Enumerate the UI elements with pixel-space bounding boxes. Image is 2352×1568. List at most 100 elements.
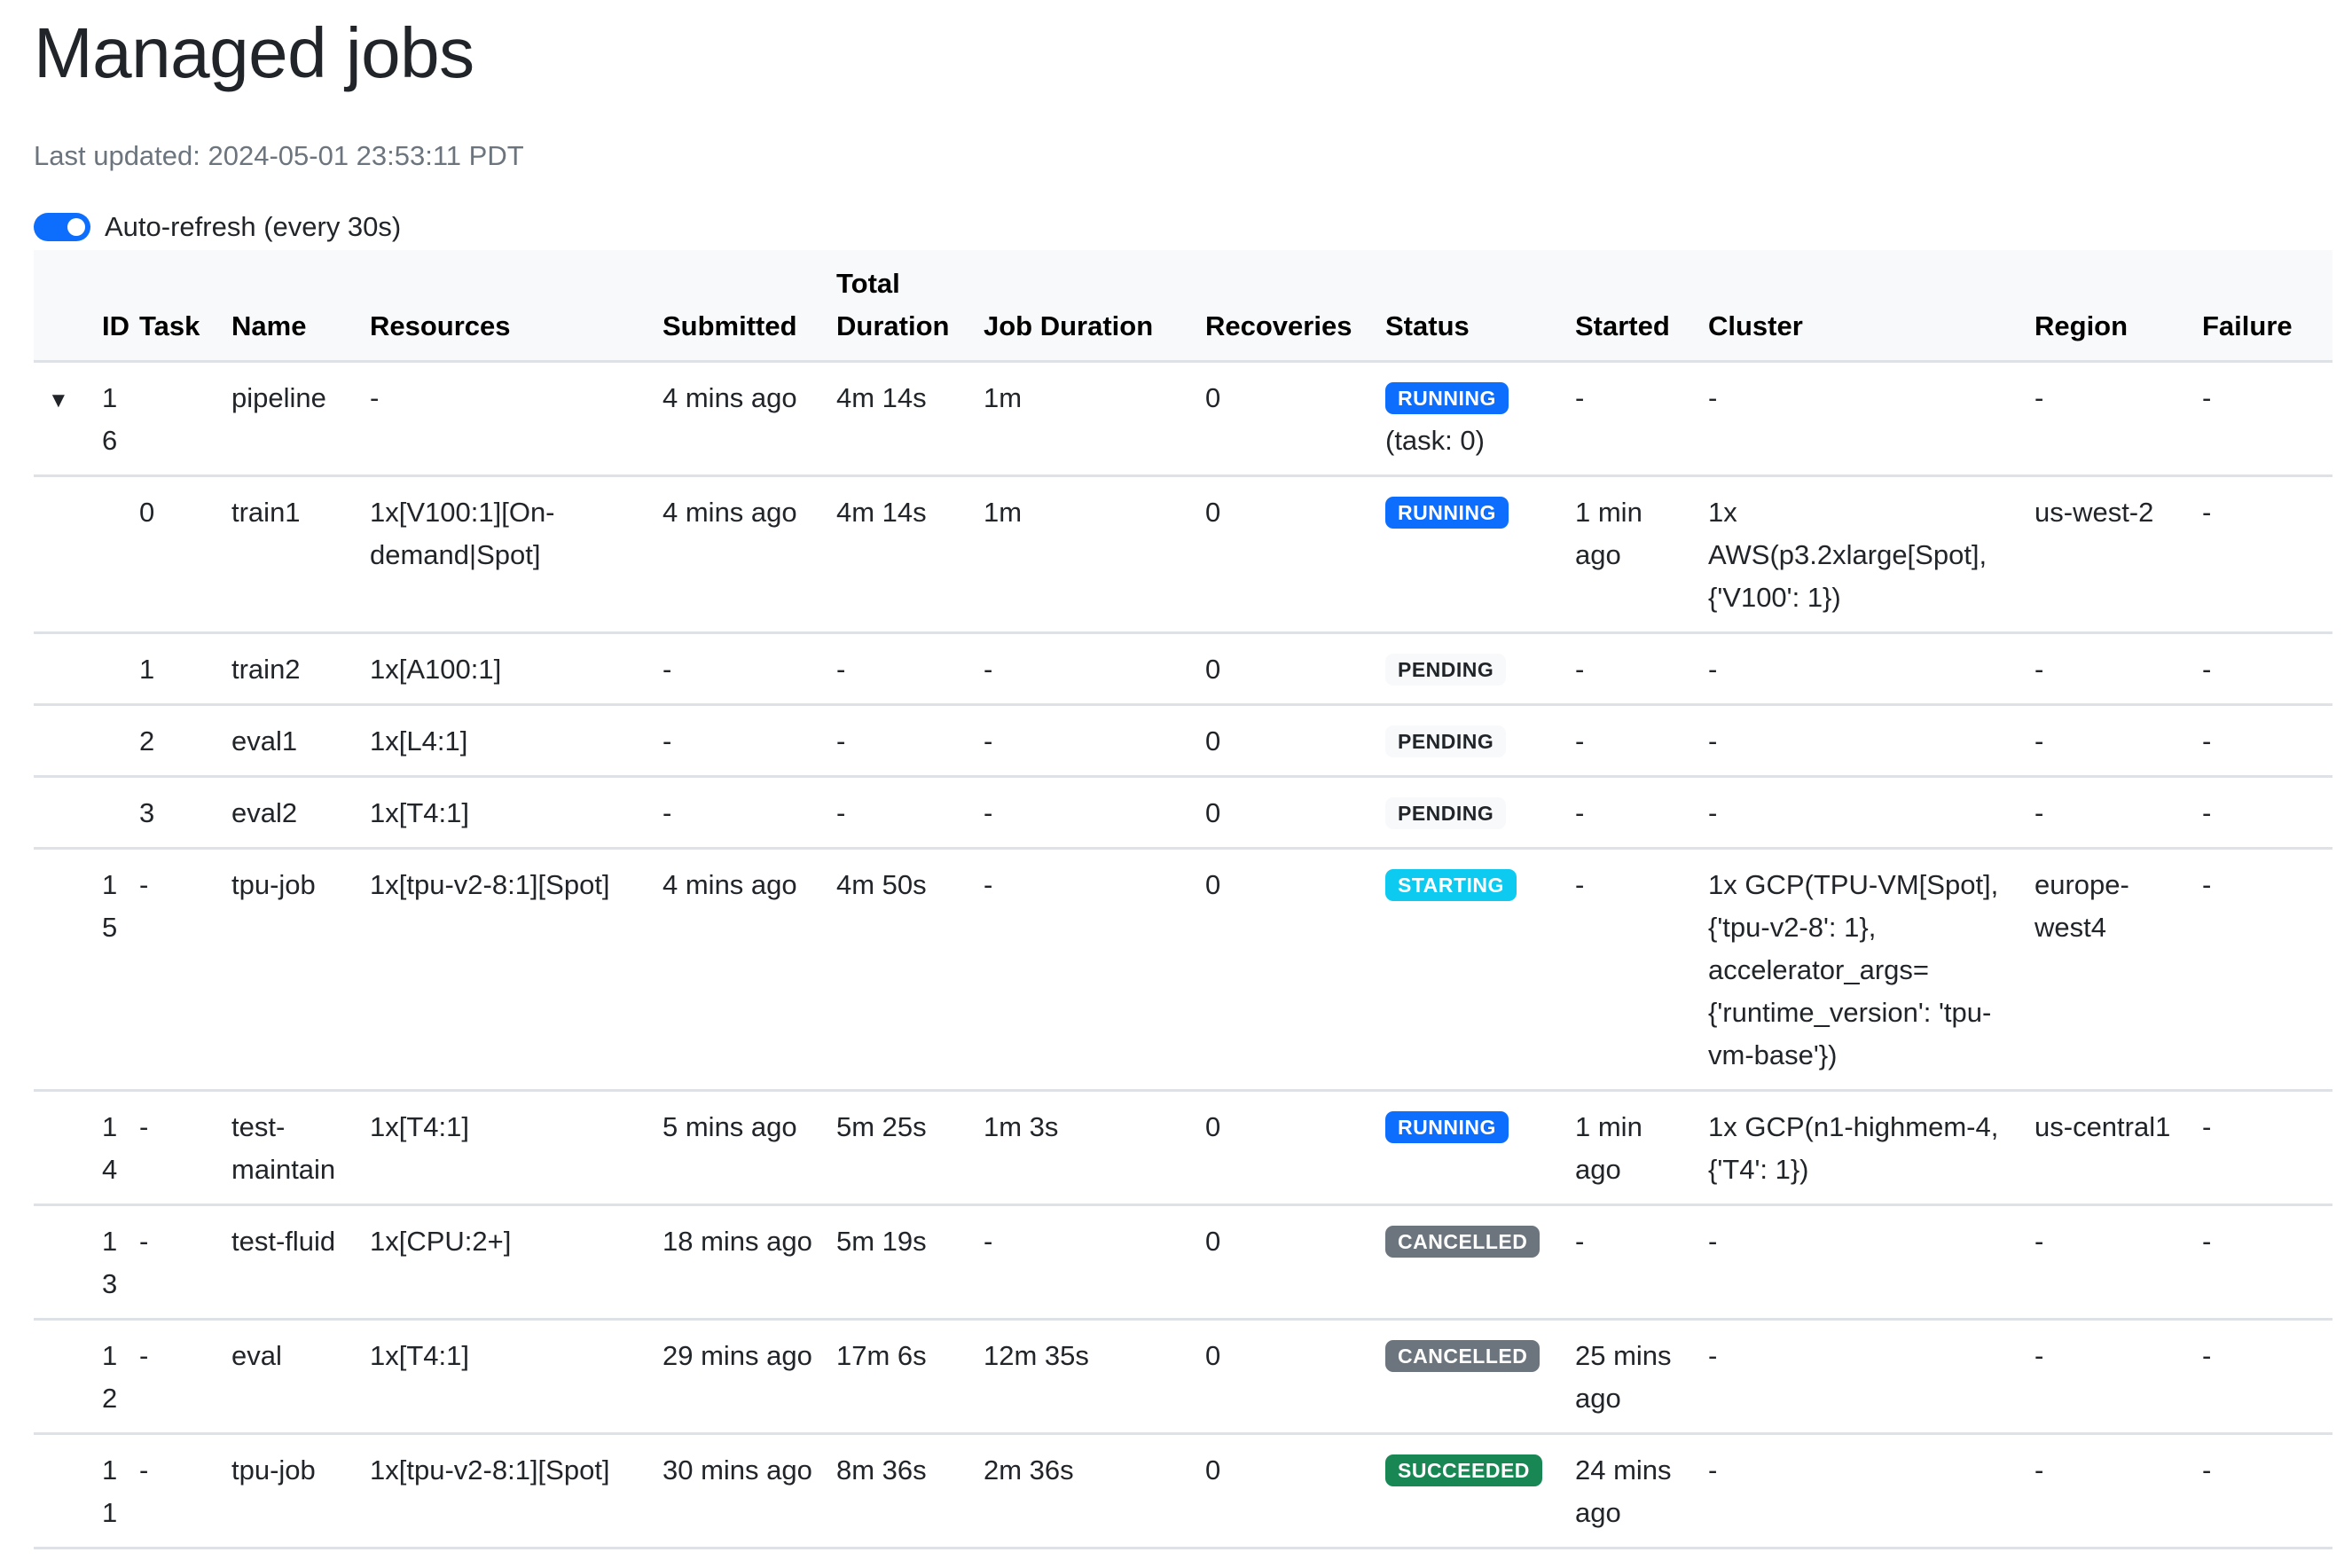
cell-resources: 1x[CPU:2+] — [361, 1204, 654, 1321]
cell-status: PENDING — [1376, 632, 1566, 706]
column-header-resources[interactable]: Resources — [361, 250, 654, 363]
cell-status: CANCELLED — [1376, 1319, 1566, 1435]
column-header-task[interactable]: Task — [130, 250, 223, 363]
cell-region: - — [2026, 632, 2193, 706]
cell-cluster: - — [1699, 1319, 2026, 1435]
cell-expand — [34, 632, 93, 706]
cell-task: - — [130, 1433, 223, 1549]
cell-region: - — [2026, 1319, 2193, 1435]
cell-failure: - — [2193, 704, 2332, 778]
column-header-started[interactable]: Started — [1566, 250, 1699, 363]
column-header-submitted[interactable]: Submitted — [654, 250, 827, 363]
cell-submitted: - — [654, 776, 827, 850]
status-note: (task: 0) — [1385, 425, 1485, 456]
cell-id — [93, 776, 130, 850]
expand-caret-icon[interactable]: ▼ — [43, 388, 69, 412]
cell-id: 12 — [93, 1319, 130, 1435]
cell-recoveries: 0 — [1196, 1090, 1376, 1206]
cell-expand — [34, 776, 93, 850]
cell-started: - — [1566, 704, 1699, 778]
cell-status: RUNNING — [1376, 1090, 1566, 1206]
cell-resources: 1x[V100:1][On-demand|Spot] — [361, 475, 654, 634]
cell-region: us-central1 — [2026, 1090, 2193, 1206]
auto-refresh-toggle[interactable] — [34, 213, 90, 241]
cell-cluster: 1x GCP(n1-highmem-4, {'T4': 1}) — [1699, 1090, 2026, 1206]
status-badge: PENDING — [1385, 797, 1507, 829]
cell-started: - — [1566, 1204, 1699, 1321]
cell-submitted: 4 mins ago — [654, 475, 827, 634]
cell-status: STARTING — [1376, 848, 1566, 1092]
cell-id: 11 — [93, 1433, 130, 1549]
cell-task: - — [130, 1090, 223, 1206]
cell-id — [93, 704, 130, 778]
table-row: 14- test-maintain 1x[T4:1] 5 mins ago 5m 25s… — [34, 1090, 2332, 1206]
cell-status: PENDING — [1376, 776, 1566, 850]
cell-expand — [34, 1319, 93, 1435]
status-badge: CANCELLED — [1385, 1226, 1541, 1258]
cell-job-duration: - — [975, 848, 1196, 1092]
cell-id: 14 — [93, 1090, 130, 1206]
cell-job-duration: - — [975, 632, 1196, 706]
page-title: Managed jobs — [34, 13, 474, 92]
cell-job-duration: 1m — [975, 475, 1196, 634]
cell-region: - — [2026, 1433, 2193, 1549]
column-header-recoveries[interactable]: Recoveries — [1196, 250, 1376, 363]
jobs-table: ID Task Name Resources Submitted Total Durati… — [34, 250, 2332, 1549]
cell-status: RUNNING (task: 0) — [1376, 361, 1566, 477]
table-row: 2 eval1 1x[L4:1] - - -0 PENDING - - - - — [34, 704, 2332, 778]
cell-started: - — [1566, 776, 1699, 850]
cell-job-duration: - — [975, 776, 1196, 850]
cell-job-duration: 1m 3s — [975, 1090, 1196, 1206]
cell-id: 13 — [93, 1204, 130, 1321]
cell-expand — [34, 1433, 93, 1549]
cell-failure: - — [2193, 1433, 2332, 1549]
column-header-region[interactable]: Region — [2026, 250, 2193, 363]
cell-submitted: 29 mins ago — [654, 1319, 827, 1435]
cell-task: 3 — [130, 776, 223, 850]
cell-recoveries: 0 — [1196, 848, 1376, 1092]
cell-region: - — [2026, 361, 2193, 477]
cell-name: eval — [223, 1319, 361, 1435]
cell-id: 15 — [93, 848, 130, 1092]
table-row: 1 train2 1x[A100:1] - - -0 PENDING - - - - — [34, 632, 2332, 706]
cell-name: test-maintain — [223, 1090, 361, 1206]
cell-total-duration: - — [827, 632, 975, 706]
cell-failure: - — [2193, 632, 2332, 706]
status-badge: RUNNING — [1385, 382, 1509, 414]
cell-resources: 1x[tpu-v2-8:1][Spot] — [361, 848, 654, 1092]
cell-resources: 1x[T4:1] — [361, 1319, 654, 1435]
cell-expand — [34, 1204, 93, 1321]
cell-submitted: 4 mins ago — [654, 848, 827, 1092]
column-header-job-duration[interactable]: Job Duration — [975, 250, 1196, 363]
cell-region: us-west-2 — [2026, 475, 2193, 634]
cell-recoveries: 0 — [1196, 1319, 1376, 1435]
cell-name: eval2 — [223, 776, 361, 850]
cell-total-duration: 4m 50s — [827, 848, 975, 1092]
cell-started: 1 min ago — [1566, 475, 1699, 634]
cell-status: RUNNING — [1376, 475, 1566, 634]
cell-region: europe-west4 — [2026, 848, 2193, 1092]
cell-recoveries: 0 — [1196, 361, 1376, 477]
cell-started: - — [1566, 848, 1699, 1092]
cell-resources: 1x[A100:1] — [361, 632, 654, 706]
cell-total-duration: - — [827, 776, 975, 850]
cell-cluster: - — [1699, 776, 2026, 850]
cell-failure: - — [2193, 1204, 2332, 1321]
cell-submitted: 5 mins ago — [654, 1090, 827, 1206]
column-header-id[interactable]: ID — [93, 250, 130, 363]
cell-failure: - — [2193, 1319, 2332, 1435]
managed-jobs-page: Managed jobs Last updated: 2024-05-01 23… — [0, 0, 2352, 1549]
status-badge: STARTING — [1385, 869, 1517, 901]
column-header-failure[interactable]: Failure — [2193, 250, 2332, 363]
column-header-cluster[interactable]: Cluster — [1699, 250, 2026, 363]
table-row: 13- test-fluid 1x[CPU:2+] 18 mins ago 5m 19s… — [34, 1204, 2332, 1321]
column-header-status[interactable]: Status — [1376, 250, 1566, 363]
cell-resources: 1x[T4:1] — [361, 1090, 654, 1206]
cell-total-duration: 8m 36s — [827, 1433, 975, 1549]
status-badge: RUNNING — [1385, 1111, 1509, 1143]
column-header-name[interactable]: Name — [223, 250, 361, 363]
cell-started: - — [1566, 361, 1699, 477]
column-header-total-duration[interactable]: Total Duration — [827, 250, 975, 363]
cell-submitted: - — [654, 704, 827, 778]
table-row: 12- eval 1x[T4:1] 29 mins ago 17m 6s 12m 35s 0… — [34, 1319, 2332, 1435]
